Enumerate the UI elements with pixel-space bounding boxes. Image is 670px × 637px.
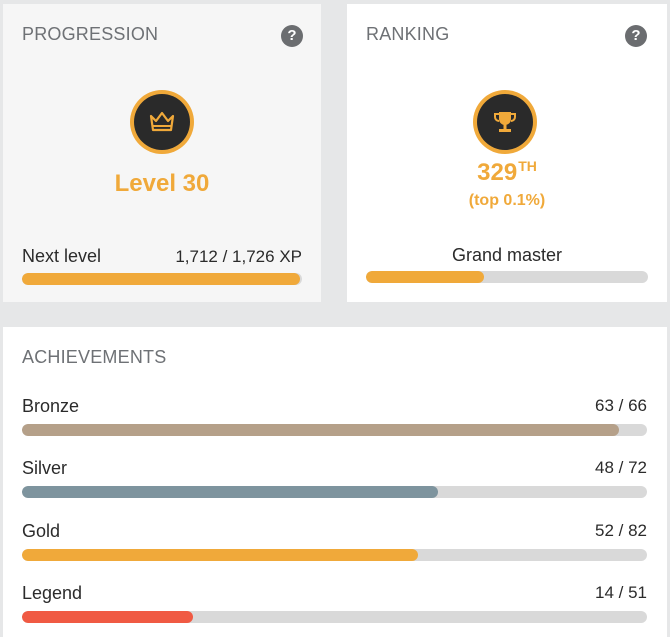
trophy-medal xyxy=(473,90,537,154)
achievement-label: Legend xyxy=(22,583,83,603)
ranking-help-icon[interactable]: ? xyxy=(625,25,647,47)
crown-icon xyxy=(149,111,175,132)
achievement-label: Bronze xyxy=(22,396,80,416)
achievement-count: 14 / 51 xyxy=(595,583,647,602)
achievement-bar xyxy=(22,424,647,436)
progression-title: PROGRESSION xyxy=(22,24,159,44)
progression-help-icon[interactable]: ? xyxy=(281,25,303,47)
ranking-card: RANKING ? 329TH (top 0.1%) Grand master xyxy=(347,4,667,302)
rank-position: 329TH xyxy=(347,158,667,187)
trophy-icon xyxy=(494,112,516,132)
achievement-label: Silver xyxy=(22,458,68,478)
xp-value: 1,712 / 1,726 XP xyxy=(175,247,302,266)
rank-progress-fill xyxy=(366,271,485,283)
achievement-count: 48 / 72 xyxy=(595,458,647,477)
progression-card: PROGRESSION ? Level 30 Next level 1,712 … xyxy=(3,4,321,302)
achievement-bar-fill xyxy=(22,611,194,623)
rank-progress-bar xyxy=(366,271,648,283)
next-level-label: Next level xyxy=(22,246,102,266)
rank-tier-label: Grand master xyxy=(451,245,563,265)
achievement-row-silver: Silver 48 / 72 xyxy=(22,458,647,508)
level-text: Level 30 xyxy=(114,170,210,197)
crown-medal xyxy=(130,90,194,154)
achievements-title: ACHIEVEMENTS xyxy=(22,347,167,367)
rank-suffix: TH xyxy=(518,158,537,174)
achievements-card: ACHIEVEMENTS Bronze 63 / 66 Silver 48 / … xyxy=(3,327,667,637)
xp-progress-bar xyxy=(22,273,302,285)
rank-number: 329 xyxy=(477,159,518,186)
achievement-bar xyxy=(22,486,647,498)
achievement-row-bronze: Bronze 63 / 66 xyxy=(22,396,647,446)
achievement-bar-fill xyxy=(22,486,439,498)
xp-progress-fill xyxy=(22,273,300,285)
achievement-bar xyxy=(22,549,647,561)
ranking-title: RANKING xyxy=(366,24,450,44)
rank-top-percent: (top 0.1%) xyxy=(468,192,546,209)
achievement-label: Gold xyxy=(22,521,61,541)
achievement-count: 52 / 82 xyxy=(595,521,647,540)
achievement-row-gold: Gold 52 / 82 xyxy=(22,521,647,571)
achievement-count: 63 / 66 xyxy=(595,396,647,415)
achievement-bar-fill xyxy=(22,549,419,561)
achievement-row-legend: Legend 14 / 51 xyxy=(22,583,647,633)
achievement-bar-fill xyxy=(22,424,619,436)
achievement-bar xyxy=(22,611,647,623)
